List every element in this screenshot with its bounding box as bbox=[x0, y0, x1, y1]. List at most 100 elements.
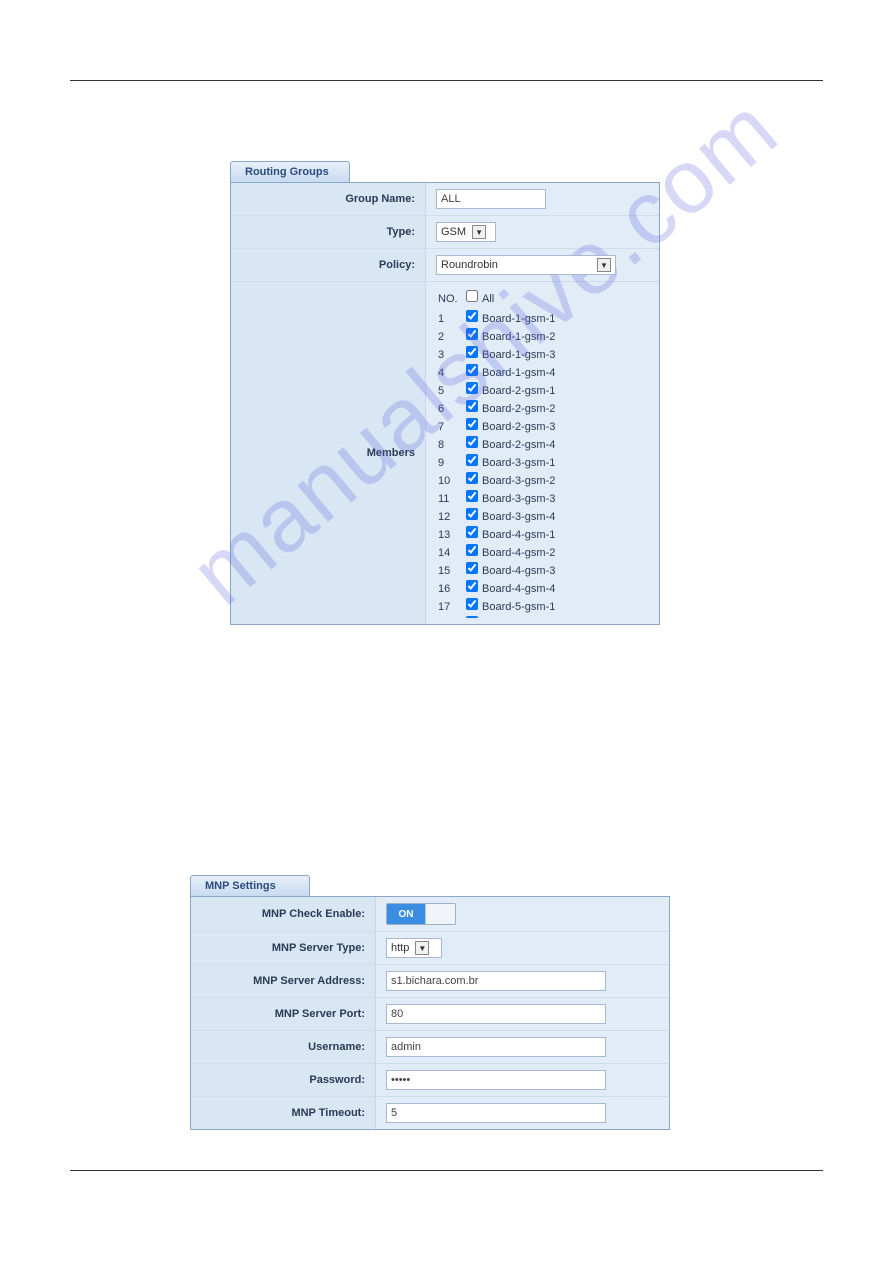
toggle-on-label: ON bbox=[387, 904, 425, 924]
member-no: 6 bbox=[436, 400, 466, 418]
member-row: 3 Board-1-gsm-3 bbox=[436, 346, 555, 364]
mnp-server-address-input[interactable] bbox=[386, 971, 606, 991]
member-row: 14 Board-4-gsm-2 bbox=[436, 544, 555, 562]
member-row: 15 Board-4-gsm-3 bbox=[436, 562, 555, 580]
mnp-username-label: Username: bbox=[191, 1031, 376, 1063]
member-label: Board-3-gsm-1 bbox=[482, 454, 555, 472]
mnp-server-port-input[interactable] bbox=[386, 1004, 606, 1024]
top-rule bbox=[70, 80, 823, 81]
mnp-settings-tab: MNP Settings bbox=[190, 875, 310, 896]
members-all-checkbox[interactable] bbox=[466, 290, 478, 302]
member-checkbox[interactable] bbox=[466, 436, 478, 448]
members-no-header: NO. bbox=[436, 290, 466, 308]
member-label: Board-1-gsm-3 bbox=[482, 346, 555, 364]
member-label: Board-1-gsm-2 bbox=[482, 328, 555, 346]
member-no: 3 bbox=[436, 346, 466, 364]
routing-groups-tab: Routing Groups bbox=[230, 161, 350, 182]
mnp-check-enable-toggle[interactable]: ON bbox=[386, 903, 456, 925]
mnp-check-enable-label: MNP Check Enable: bbox=[191, 897, 376, 931]
member-no: 11 bbox=[436, 490, 466, 508]
mnp-settings-panel: MNP Settings MNP Check Enable: ON MNP Se… bbox=[190, 875, 670, 1130]
mnp-password-label: Password: bbox=[191, 1064, 376, 1096]
member-label: Board-1-gsm-1 bbox=[482, 310, 555, 328]
member-label: Board-2-gsm-4 bbox=[482, 436, 555, 454]
member-no: 14 bbox=[436, 544, 466, 562]
member-label: Board-4-gsm-3 bbox=[482, 562, 555, 580]
mnp-server-type-label: MNP Server Type: bbox=[191, 932, 376, 964]
member-checkbox[interactable] bbox=[466, 454, 478, 466]
member-no: 17 bbox=[436, 598, 466, 616]
member-no: 4 bbox=[436, 364, 466, 382]
member-checkbox[interactable] bbox=[466, 544, 478, 556]
member-label: Board-4-gsm-2 bbox=[482, 544, 555, 562]
member-no: 10 bbox=[436, 472, 466, 490]
member-row: 12 Board-3-gsm-4 bbox=[436, 508, 555, 526]
member-checkbox[interactable] bbox=[466, 526, 478, 538]
member-row: 7 Board-2-gsm-3 bbox=[436, 418, 555, 436]
mnp-timeout-input[interactable] bbox=[386, 1103, 606, 1123]
member-row: 11Board-3-gsm-3 bbox=[436, 490, 555, 508]
policy-select[interactable]: Roundrobin ▼ bbox=[436, 255, 616, 275]
member-no: 18 bbox=[436, 616, 466, 618]
type-select-value: GSM bbox=[441, 226, 466, 238]
member-row: 18 bbox=[436, 616, 555, 618]
member-label: Board-1-gsm-4 bbox=[482, 364, 555, 382]
member-checkbox[interactable] bbox=[466, 328, 478, 340]
bottom-rule bbox=[70, 1170, 823, 1171]
member-checkbox[interactable] bbox=[466, 616, 478, 618]
group-name-input[interactable] bbox=[436, 189, 546, 209]
chevron-down-icon: ▼ bbox=[472, 225, 486, 239]
member-no: 1 bbox=[436, 310, 466, 328]
mnp-server-type-select[interactable]: http ▼ bbox=[386, 938, 442, 958]
member-no: 2 bbox=[436, 328, 466, 346]
toggle-knob bbox=[425, 904, 455, 924]
members-list: NO. All 1Board-1-gsm-12Board-1-gsm-23Boa… bbox=[436, 288, 555, 618]
member-row: 8 Board-2-gsm-4 bbox=[436, 436, 555, 454]
member-checkbox[interactable] bbox=[466, 400, 478, 412]
member-no: 5 bbox=[436, 382, 466, 400]
member-row: 17 Board-5-gsm-1 bbox=[436, 598, 555, 616]
member-checkbox[interactable] bbox=[466, 346, 478, 358]
member-no: 13 bbox=[436, 526, 466, 544]
member-checkbox[interactable] bbox=[466, 490, 478, 502]
member-label: Board-4-gsm-4 bbox=[482, 580, 555, 598]
chevron-down-icon: ▼ bbox=[415, 941, 429, 955]
member-row: 1 Board-1-gsm-1 bbox=[436, 310, 555, 328]
member-row: 4 Board-1-gsm-4 bbox=[436, 364, 555, 382]
member-label: Board-3-gsm-4 bbox=[482, 508, 555, 526]
member-label: Board-2-gsm-3 bbox=[482, 418, 555, 436]
policy-label: Policy: bbox=[231, 249, 426, 281]
member-row: 16 Board-4-gsm-4 bbox=[436, 580, 555, 598]
member-label: Board-5-gsm-1 bbox=[482, 598, 555, 616]
mnp-timeout-label: MNP Timeout: bbox=[191, 1097, 376, 1129]
policy-select-value: Roundrobin bbox=[441, 259, 591, 271]
type-select[interactable]: GSM ▼ bbox=[436, 222, 496, 242]
member-no: 16 bbox=[436, 580, 466, 598]
member-checkbox[interactable] bbox=[466, 508, 478, 520]
mnp-server-type-value: http bbox=[391, 942, 409, 954]
mnp-username-input[interactable] bbox=[386, 1037, 606, 1057]
member-row: 2 Board-1-gsm-2 bbox=[436, 328, 555, 346]
member-checkbox[interactable] bbox=[466, 364, 478, 376]
mnp-server-port-label: MNP Server Port: bbox=[191, 998, 376, 1030]
member-row: 10Board-3-gsm-2 bbox=[436, 472, 555, 490]
member-no: 15 bbox=[436, 562, 466, 580]
group-name-label: Group Name: bbox=[231, 183, 426, 215]
member-checkbox[interactable] bbox=[466, 562, 478, 574]
member-no: 7 bbox=[436, 418, 466, 436]
routing-groups-panel: Routing Groups Group Name: Type: GSM ▼ P… bbox=[230, 161, 660, 625]
member-no: 9 bbox=[436, 454, 466, 472]
member-checkbox[interactable] bbox=[466, 310, 478, 322]
member-checkbox[interactable] bbox=[466, 382, 478, 394]
mnp-password-input[interactable] bbox=[386, 1070, 606, 1090]
type-label: Type: bbox=[231, 216, 426, 248]
mnp-server-address-label: MNP Server Address: bbox=[191, 965, 376, 997]
member-no: 8 bbox=[436, 436, 466, 454]
member-no: 12 bbox=[436, 508, 466, 526]
member-checkbox[interactable] bbox=[466, 598, 478, 610]
members-label: Members bbox=[231, 282, 426, 624]
member-checkbox[interactable] bbox=[466, 580, 478, 592]
member-checkbox[interactable] bbox=[466, 418, 478, 430]
member-checkbox[interactable] bbox=[466, 472, 478, 484]
chevron-down-icon: ▼ bbox=[597, 258, 611, 272]
